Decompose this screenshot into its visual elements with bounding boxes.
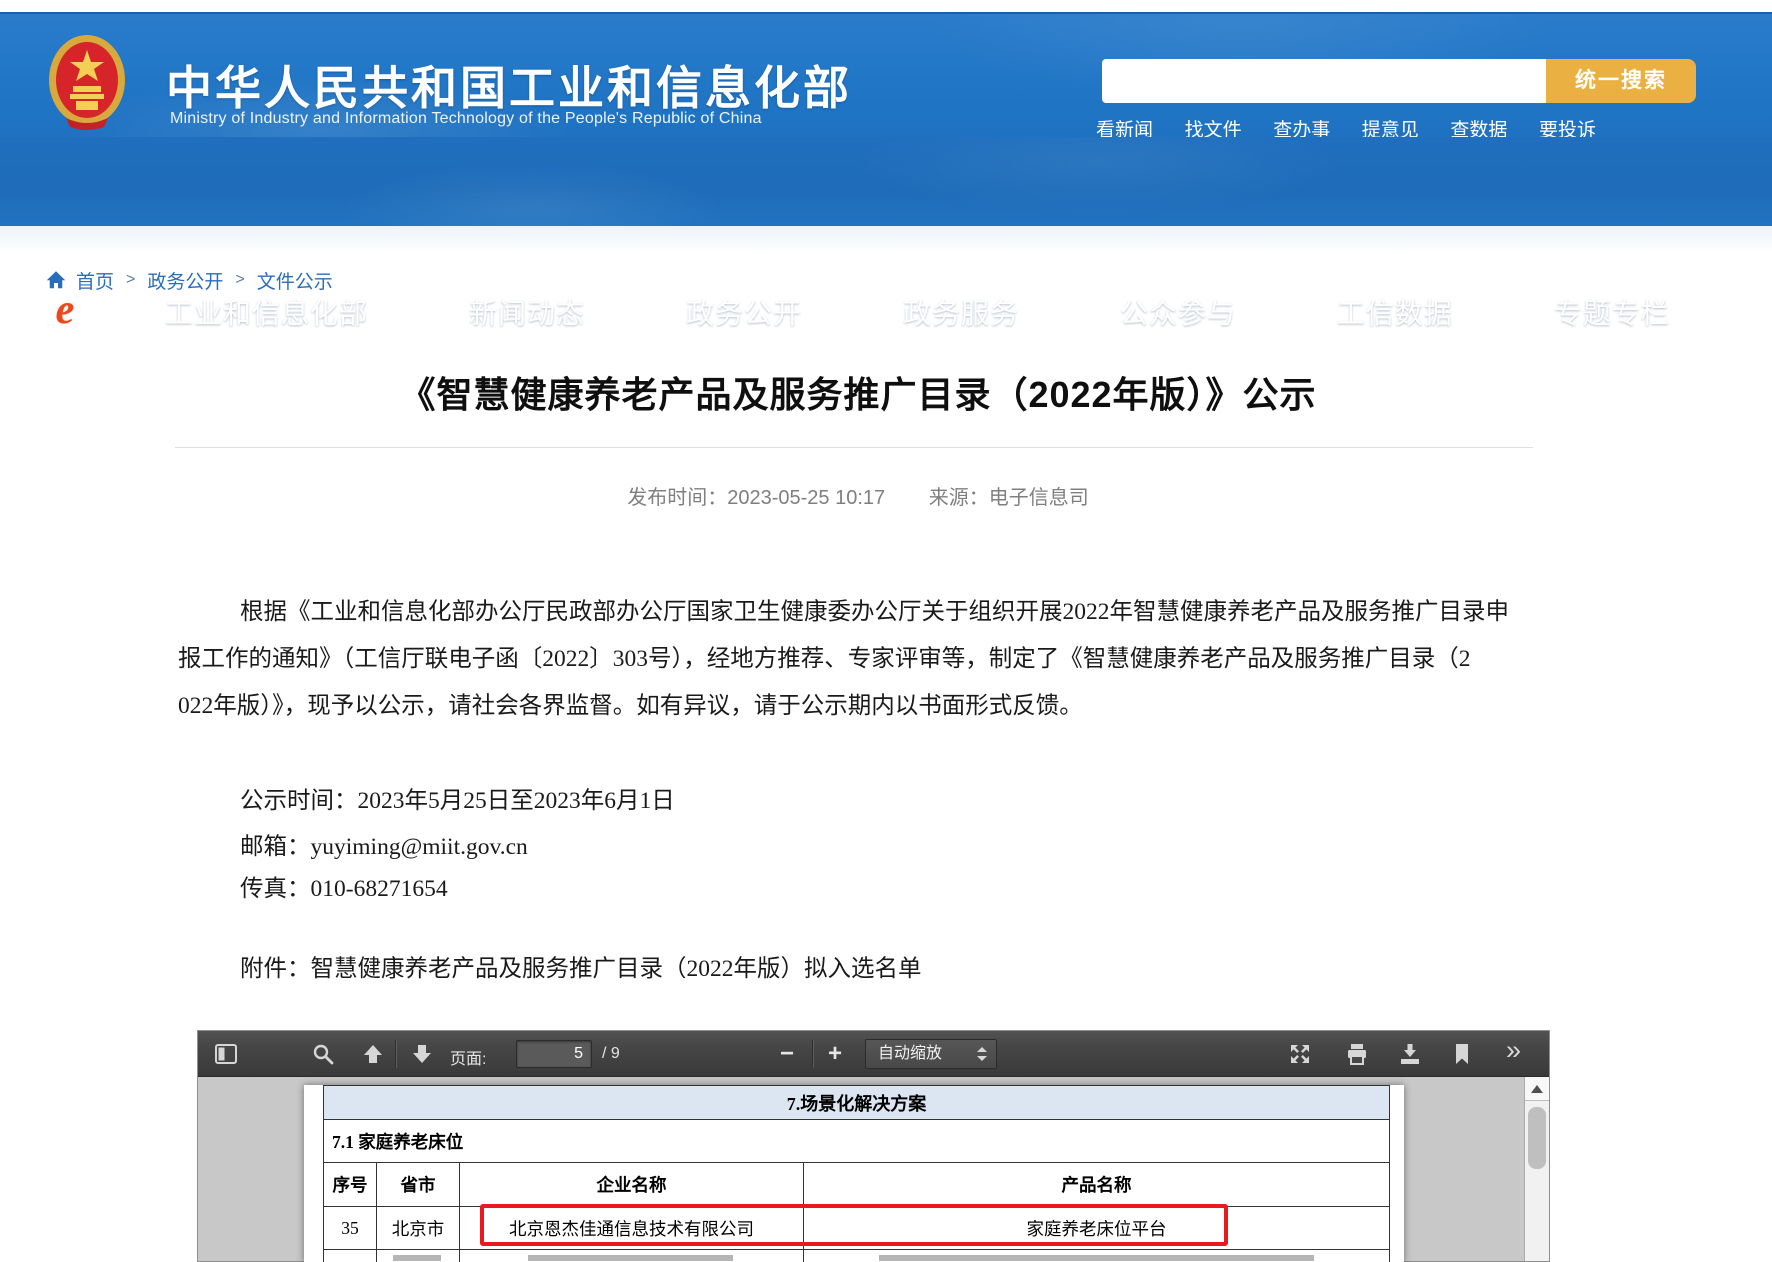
zoom-select[interactable]: 自动缩放 [865,1039,997,1069]
site-title: 中华人民共和国工业和信息化部 [166,52,852,118]
title-divider [175,447,1533,448]
quick-link-complaint[interactable]: 要投诉 [1539,115,1596,139]
attachment-line: 附件：智慧健康养老产品及服务推广目录（2022年版）拟入选名单 [240,949,922,983]
table-header-row: 序号 省市 企业名称 产品名称 [324,1163,1390,1207]
table-section-row: 7.场景化解决方案 [324,1086,1390,1120]
pdf-toolbar: 页面: / 9 − + 自动缩放 [198,1031,1549,1077]
scroll-up-button[interactable] [1525,1077,1549,1101]
nav-item-miit-data[interactable]: 工信数据 [1337,292,1453,332]
sidebar-toggle-icon[interactable] [214,1042,238,1066]
nav-item-gov-service[interactable]: 政务服务 [903,292,1019,332]
scroll-up-icon [1531,1085,1543,1093]
quick-link-news[interactable]: 看新闻 [1096,115,1153,139]
catalog-table: 7.场景化解决方案 7.1 家庭养老床位 序号 省市 企业名称 产品名称 35 … [323,1085,1390,1262]
nav-items: 工业和信息化部 新闻动态 政务公开 政务服务 公众参与 工信数据 专题专栏 [165,292,1670,332]
cell-clipped [324,1250,377,1262]
previous-page-icon[interactable] [361,1042,385,1066]
nav-item-gov-open[interactable]: 政务公开 [686,292,802,332]
presentation-mode-icon[interactable] [1288,1042,1312,1066]
bookmark-icon[interactable] [1450,1042,1474,1066]
national-emblem-icon [46,34,128,132]
cell-clipped [377,1250,460,1262]
breadcrumb-separator: > [235,271,244,289]
paragraph-line: 报工作的通知》（工信厅联电子函〔2022〕303号），经地方推荐、专家评审等，制… [178,639,1471,673]
col-header-index: 序号 [324,1163,377,1207]
col-header-product: 产品名称 [804,1163,1390,1207]
breadcrumb-separator: > [126,271,135,289]
page-label: 页面: [450,1045,486,1069]
quick-link-files[interactable]: 找文件 [1185,115,1242,139]
breadcrumb: 首页 > 政务公开 > 文件公示 [46,268,333,292]
toolbar-divider [395,1040,396,1068]
home-icon [46,270,66,290]
quick-links: 看新闻 找文件 查办事 提意见 查数据 要投诉 [1096,115,1596,139]
nav-item-participation[interactable]: 公众参与 [1120,292,1236,332]
search-input[interactable] [1102,59,1546,103]
cell-clipped [804,1250,1390,1262]
pdf-viewer: 页面: / 9 − + 自动缩放 [197,1030,1550,1262]
scrollbar-thumb[interactable] [1528,1107,1546,1169]
table-row: 35 北京市 北京恩杰佳通信息技术有限公司 家庭养老床位平台 [324,1207,1390,1250]
next-page-icon[interactable] [410,1042,434,1066]
cell-clipped [460,1250,804,1262]
publish-info: 发布时间：2023-05-25 10:17 来源：电子信息司 [180,481,1536,510]
page-total: / 9 [602,1045,620,1063]
pdf-scrollbar[interactable] [1524,1077,1549,1261]
find-icon[interactable] [311,1042,335,1066]
paragraph-line: 022年版）》，现予以公示，请社会各界监督。如有异议，请于公示期内以书面形式反馈… [178,686,1083,720]
article-title: 《智慧健康养老产品及服务推广目录（2022年版）》公示 [180,366,1536,418]
contact-email: 邮箱：yuyiming@miit.gov.cn [240,827,528,861]
cell-province: 北京市 [377,1207,460,1250]
col-header-province: 省市 [377,1163,460,1207]
page: 中华人民共和国工业和信息化部 Ministry of Industry and … [0,0,1772,1262]
quick-link-services[interactable]: 查办事 [1273,115,1330,139]
nav-item-ministry[interactable]: 工业和信息化部 [165,292,368,332]
publish-time: 发布时间：2023-05-25 10:17 [627,487,885,509]
cell-index: 35 [324,1207,377,1250]
zoom-out-icon[interactable]: − [780,1040,794,1068]
breadcrumb-file-notice[interactable]: 文件公示 [257,267,333,294]
header-fade [0,226,1772,254]
zoom-select-value: 自动缩放 [878,1045,942,1062]
col-header-company: 企业名称 [460,1163,804,1207]
paragraph-line: 根据《工业和信息化部办公厅民政部办公厅国家卫生健康委办公厅关于组织开展2022年… [240,592,1509,626]
toolbar-more-icon[interactable]: » [1506,1035,1521,1066]
quick-link-data[interactable]: 查数据 [1450,115,1507,139]
gov-service-logo-icon: e [47,287,83,333]
contact-fax: 传真：010-68271654 [240,869,448,903]
page-number-input[interactable] [516,1040,592,1068]
breadcrumb-gov-open[interactable]: 政务公开 [147,267,223,294]
search-button[interactable]: 统一搜索 [1546,59,1696,103]
site-header: 中华人民共和国工业和信息化部 Ministry of Industry and … [0,12,1772,137]
table-subsection-row: 7.1 家庭养老床位 [324,1120,1390,1163]
pdf-page: 7.场景化解决方案 7.1 家庭养老床位 序号 省市 企业名称 产品名称 35 … [304,1085,1404,1262]
nav-item-news[interactable]: 新闻动态 [469,292,585,332]
cell-product: 家庭养老床位平台 [804,1207,1390,1250]
download-icon[interactable] [1398,1042,1422,1066]
section-title: 7.场景化解决方案 [324,1086,1390,1120]
cell-company: 北京恩杰佳通信息技术有限公司 [460,1207,804,1250]
main-nav: e 工业和信息化部 新闻动态 政务公开 政务服务 公众参与 工信数据 专题专栏 [0,137,1772,226]
print-icon[interactable] [1345,1042,1369,1066]
source: 来源：电子信息司 [929,487,1089,509]
breadcrumb-home[interactable]: 首页 [76,267,114,294]
nav-item-special[interactable]: 专题专栏 [1554,292,1670,332]
select-spinner-icon [977,1047,987,1061]
toolbar-divider [812,1040,813,1068]
zoom-in-icon[interactable]: + [828,1040,842,1068]
notice-time: 公示时间：2023年5月25日至2023年6月1日 [240,781,675,815]
subsection-title: 7.1 家庭养老床位 [324,1120,1390,1163]
site-subtitle: Ministry of Industry and Information Tec… [170,110,762,128]
table-row-clipped [324,1250,1390,1262]
top-strip [0,0,1772,12]
quick-link-suggest[interactable]: 提意见 [1362,115,1419,139]
